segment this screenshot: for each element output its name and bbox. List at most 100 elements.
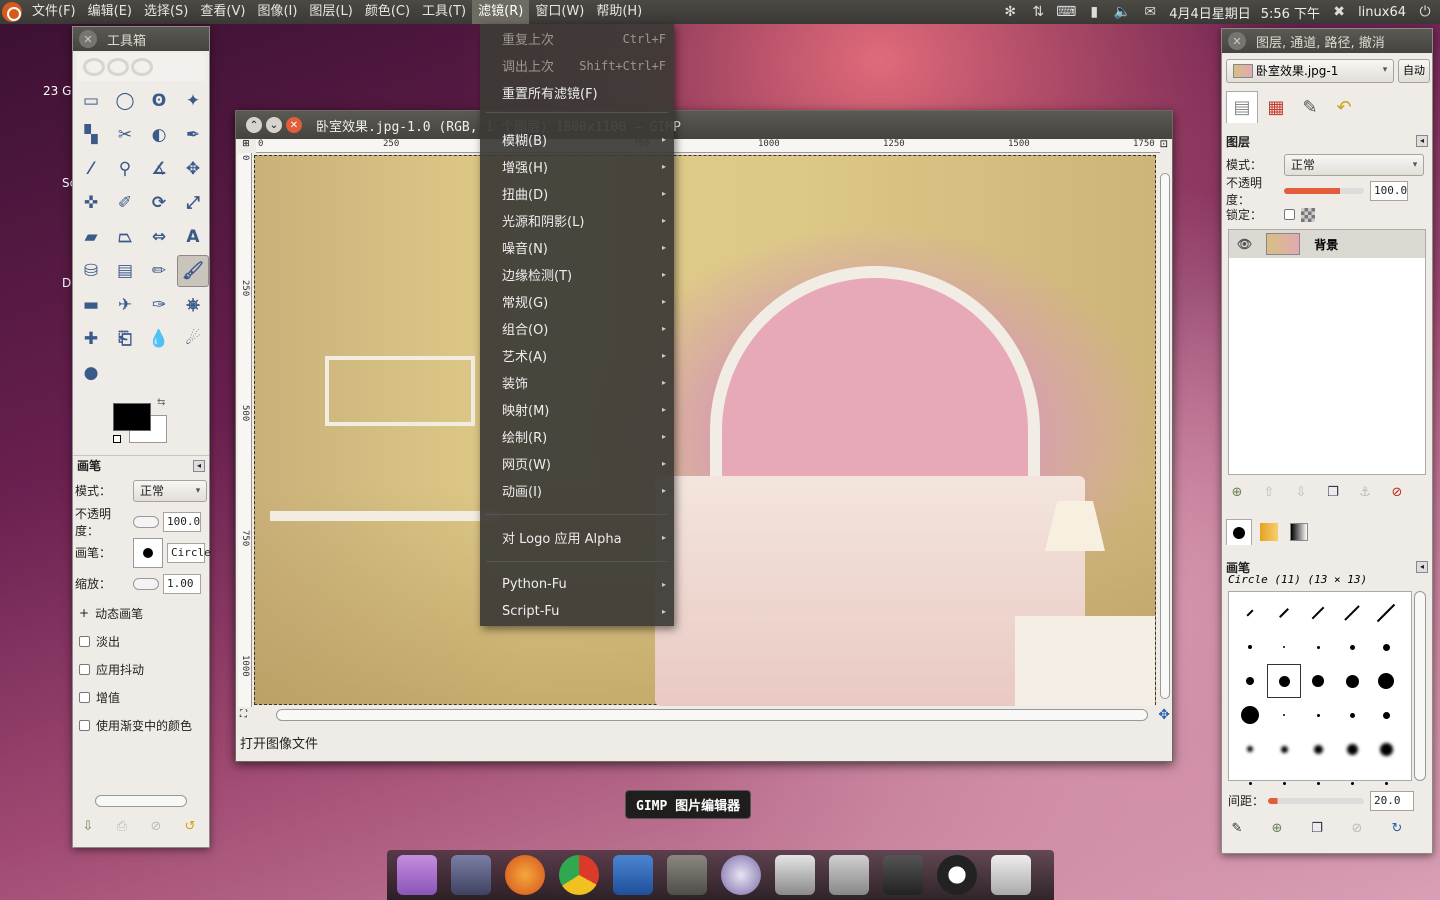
monitor-icon[interactable]	[447, 851, 495, 899]
menu-1[interactable]: 编辑(E)	[82, 0, 138, 24]
clone-icon[interactable]: ⎈	[177, 289, 209, 321]
duplicate-brush-icon[interactable]: ❐	[1308, 819, 1326, 837]
brush-swatch[interactable]	[1301, 664, 1335, 698]
horizontal-scrollbar[interactable]	[276, 709, 1148, 721]
clock-time[interactable]: 5:56 下午	[1261, 3, 1320, 22]
power-icon[interactable]: ⏻	[1416, 3, 1434, 21]
filters-menu-item[interactable]: 装饰 ▸	[480, 369, 674, 396]
brush-swatch[interactable]	[1267, 732, 1301, 766]
brush-swatch[interactable]	[1369, 664, 1403, 698]
brush-swatch[interactable]	[1335, 664, 1369, 698]
tab-undo[interactable]: ↶	[1328, 91, 1360, 123]
brush-swatch[interactable]	[1301, 698, 1335, 732]
perspective-icon[interactable]: ⏢	[109, 221, 141, 253]
menu-9[interactable]: 窗口(W)	[529, 0, 590, 24]
perspective-clone-icon[interactable]: ⎗	[109, 323, 141, 355]
firefox-icon[interactable]	[501, 851, 549, 899]
pencil-icon[interactable]: ✏	[143, 255, 175, 287]
filters-menu-item[interactable]: 边缘检测(T) ▸	[480, 261, 674, 288]
filters-menu-item[interactable]: 动画(I) ▸	[480, 477, 674, 504]
tab-layers[interactable]: ▤	[1226, 91, 1258, 123]
checkbox[interactable]	[79, 691, 90, 703]
brush-scrollbar[interactable]	[1414, 591, 1426, 781]
filters-menu-item[interactable]: 模糊(B) ▸	[480, 126, 674, 153]
foreground-select-icon[interactable]: ◐	[143, 119, 175, 151]
tab-channels[interactable]: ▦	[1260, 91, 1292, 123]
brush-swatch[interactable]	[1233, 630, 1267, 664]
brush-swatch[interactable]	[1369, 698, 1403, 732]
webcam-icon[interactable]	[825, 851, 873, 899]
mail-icon[interactable]: ✉	[1141, 3, 1159, 21]
align-icon[interactable]: ✜	[75, 187, 107, 219]
layer-opacity-field[interactable]: 100.0	[1370, 180, 1408, 201]
eye-icon[interactable]: 👁	[1237, 237, 1252, 251]
maximize-icon[interactable]: ⌄	[266, 117, 282, 133]
filters-menu-item[interactable]: 组合(O) ▸	[480, 315, 674, 342]
filters-menu-item[interactable]: 对 Logo 应用 Alpha ▸	[480, 524, 674, 551]
reset-colors-icon[interactable]	[113, 435, 121, 443]
menu-0[interactable]: 文件(F)	[26, 0, 82, 24]
filters-menu-item[interactable]: 绘制(R) ▸	[480, 423, 674, 450]
save-options-icon[interactable]: ⇩	[79, 817, 97, 835]
brush-swatch[interactable]	[1369, 732, 1403, 766]
keyboard-tray-icon[interactable]: ⌨	[1056, 3, 1076, 21]
heal-icon[interactable]: ✚	[75, 323, 107, 355]
blur-icon[interactable]: 💧	[143, 323, 175, 355]
panel-menu-icon[interactable]: ◂	[1416, 135, 1428, 147]
dodge-burn-icon[interactable]: ●	[75, 357, 107, 389]
reset-options-icon[interactable]: ↺	[181, 817, 199, 835]
menu-3[interactable]: 查看(V)	[194, 0, 251, 24]
smudge-icon[interactable]: ☄	[177, 323, 209, 355]
zoom-icon[interactable]: ⚲	[109, 153, 141, 185]
brush-swatch[interactable]	[1233, 596, 1267, 630]
filters-menu-item[interactable]: 网页(W) ▸	[480, 450, 674, 477]
filters-menu-item[interactable]: 噪音(N) ▸	[480, 234, 674, 261]
ubuntu-logo-icon[interactable]	[2, 2, 22, 22]
close-icon[interactable]: ✕	[286, 117, 302, 133]
menu-4[interactable]: 图像(I)	[251, 0, 303, 24]
ellipse-select-icon[interactable]: ◯	[109, 85, 141, 117]
horizontal-ruler[interactable]: 02505007501000125015001750	[256, 139, 1160, 153]
crop-icon[interactable]: ✐	[109, 187, 141, 219]
brush-swatch[interactable]	[1267, 630, 1301, 664]
brush-swatch[interactable]	[1301, 596, 1335, 630]
opacity-field[interactable]: 100.0	[163, 511, 201, 532]
delete-brush-icon[interactable]: ⊘	[1348, 819, 1366, 837]
paths-icon[interactable]: ✒	[177, 119, 209, 151]
free-select-icon[interactable]: ʘ	[143, 85, 175, 117]
blend-icon[interactable]: ▤	[109, 255, 141, 287]
filters-menu-item[interactable]: 常规(G) ▸	[480, 288, 674, 315]
panel-menu-icon[interactable]: ◂	[1416, 561, 1428, 573]
ink-icon[interactable]: ✑	[143, 289, 175, 321]
dynamics-expander[interactable]: + 动态画笔	[73, 599, 209, 627]
anchor-layer-icon[interactable]: ⚓	[1356, 483, 1374, 501]
new-brush-icon[interactable]: ⊕	[1268, 819, 1286, 837]
menu-7[interactable]: 工具(T)	[416, 0, 472, 24]
mode-select[interactable]: 正常 ▾	[133, 479, 207, 502]
checkbox[interactable]	[79, 719, 90, 731]
filters-menu-item[interactable]: 光源和阴影(L) ▸	[480, 207, 674, 234]
eraser-icon[interactable]: ▬	[75, 289, 107, 321]
clapper-icon[interactable]	[879, 851, 927, 899]
clock-date[interactable]: 4月4日星期日	[1169, 3, 1251, 22]
brush-swatch[interactable]	[1335, 698, 1369, 732]
close-icon[interactable]: ✕	[79, 30, 97, 48]
brush-swatch[interactable]	[1233, 732, 1267, 766]
tab-paths[interactable]: ✎	[1294, 91, 1326, 123]
checkbox[interactable]	[79, 635, 90, 647]
airbrush-icon[interactable]: ✈	[109, 289, 141, 321]
restore-options-icon[interactable]: ⎙	[113, 817, 131, 835]
image-select[interactable]: 卧室效果.jpg-1 ▾	[1226, 59, 1394, 83]
volume-icon[interactable]: 🔈	[1113, 3, 1131, 21]
zoom-fit-icon[interactable]: ⊡	[1160, 139, 1168, 150]
brush-swatch[interactable]	[1267, 698, 1301, 732]
brush-swatch[interactable]	[1335, 596, 1369, 630]
swap-colors-icon[interactable]: ⇆	[157, 397, 165, 408]
duplicate-layer-icon[interactable]: ❐	[1324, 483, 1342, 501]
pidgin-icon[interactable]	[609, 851, 657, 899]
brush-swatch[interactable]	[1301, 630, 1335, 664]
edit-brush-icon[interactable]: ✎	[1228, 819, 1246, 837]
scale-icon[interactable]: ⤢	[177, 187, 209, 219]
brush-swatch[interactable]	[1335, 732, 1369, 766]
color-select-icon[interactable]: ▚	[75, 119, 107, 151]
